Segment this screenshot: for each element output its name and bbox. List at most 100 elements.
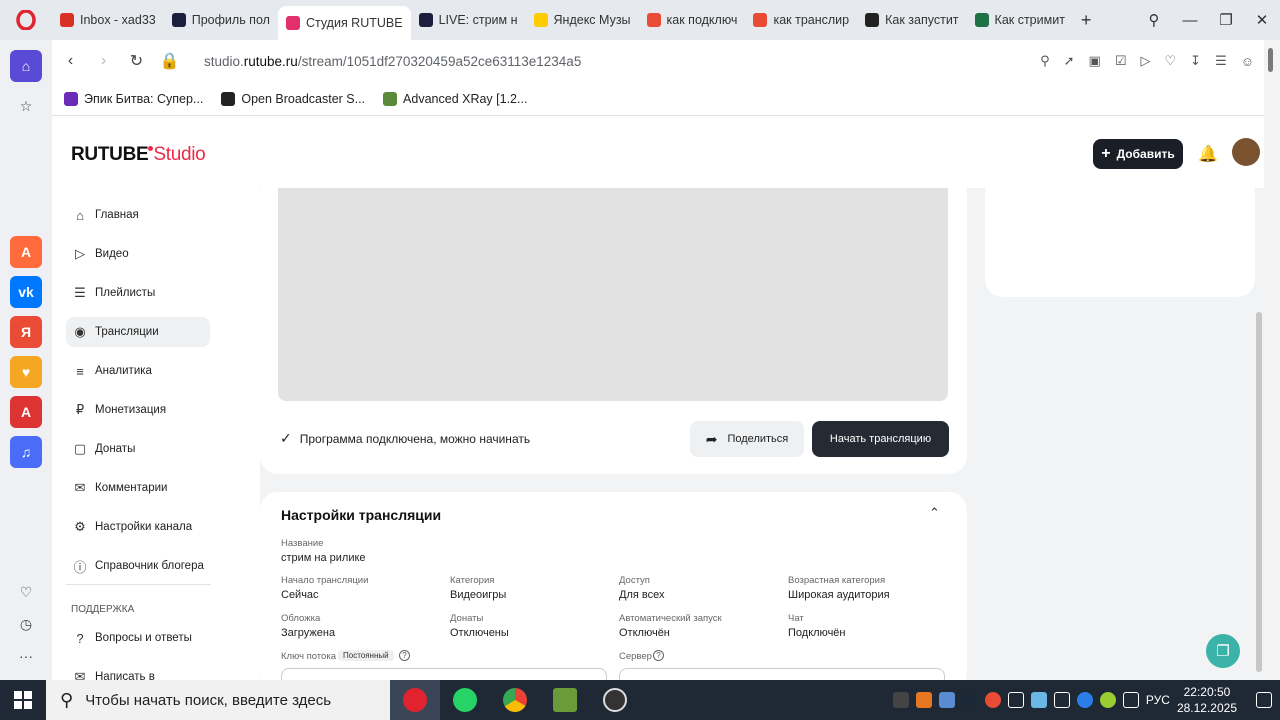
minimize-icon[interactable]: — <box>1172 12 1208 29</box>
taskbar-search[interactable]: ⚲ Чтобы начать поиск, введите здесь <box>46 680 390 720</box>
add-button[interactable]: + Добавить <box>1093 139 1183 169</box>
translate-icon[interactable]: A <box>10 396 42 428</box>
send-icon[interactable]: ➚ <box>1064 53 1075 69</box>
nav-item-7[interactable]: ✉ Комментарии <box>66 473 210 503</box>
battery-icon[interactable] <box>1122 692 1139 708</box>
new-tab-icon[interactable]: + <box>1073 5 1100 35</box>
mail-app-icon[interactable]: ♥ <box>10 356 42 388</box>
language-indicator[interactable]: РУС <box>1146 693 1170 707</box>
opera-logo-icon[interactable] <box>0 0 52 40</box>
rutube-studio-logo[interactable]: RUTUBE Studio <box>71 144 206 166</box>
cover-value: Загружена <box>281 627 336 639</box>
page-scrollbar[interactable] <box>1256 312 1262 672</box>
reload-icon[interactable]: ↻ <box>120 51 153 71</box>
download-icon[interactable]: ↧ <box>1190 53 1201 69</box>
lock-icon[interactable]: 🔒 <box>153 51 186 71</box>
search-in-page-icon[interactable]: ⚲ <box>1040 53 1050 69</box>
tab-2[interactable]: Студия RUTUBE <box>277 6 411 40</box>
bell-icon[interactable]: 🔔 <box>1198 144 1218 164</box>
steam-icon[interactable] <box>961 692 978 708</box>
yandex-tray-icon[interactable] <box>984 692 1001 708</box>
tab-0[interactable]: Inbox - xad33 <box>52 5 164 35</box>
whatsapp-icon[interactable] <box>440 680 490 720</box>
server-field[interactable] <box>619 668 945 680</box>
share-icon: ➦ <box>705 430 718 447</box>
support-chat-button[interactable]: ❐ <box>1206 634 1240 668</box>
history-icon[interactable]: ◷ <box>10 608 42 640</box>
start-stream-button[interactable]: Начать трансляцию <box>812 421 949 457</box>
notifications-icon[interactable] <box>1256 692 1272 708</box>
name-label: Название <box>281 538 324 549</box>
search-tabs-icon[interactable]: ⚲ <box>1136 11 1172 29</box>
favorite-icon[interactable]: ♡ <box>1165 53 1177 69</box>
stream-preview[interactable] <box>278 188 948 401</box>
help-icon[interactable]: ? <box>399 650 410 661</box>
nav-item-4[interactable]: ≡ Аналитика <box>66 356 210 386</box>
opera-taskbar-icon[interactable] <box>390 680 440 720</box>
browser-sidebar-scrollbar[interactable] <box>1264 40 1280 680</box>
tab-3[interactable]: LIVE: стрим н <box>411 5 526 35</box>
gmail-icon <box>60 13 74 27</box>
snapshot-icon[interactable]: ▣ <box>1089 53 1101 69</box>
nav-item-6[interactable]: ▢ Донаты <box>66 434 210 464</box>
bluetooth-icon[interactable] <box>1076 692 1093 708</box>
bookmark-item[interactable]: Advanced XRay [1.2... <box>383 91 527 106</box>
play-icon[interactable]: ▷ <box>1141 53 1151 69</box>
share-button[interactable]: ➦ Поделиться <box>690 421 804 457</box>
support-item-1[interactable]: ✉ Написать в <box>66 662 210 680</box>
age-label: Возрастная категория <box>788 575 886 586</box>
music-app-icon[interactable]: ♫ <box>10 436 42 468</box>
back-icon[interactable]: ‹ <box>54 52 87 70</box>
tab-1[interactable]: Профиль пол <box>164 5 278 35</box>
tray-app-icon[interactable] <box>892 692 909 708</box>
bookmark-item[interactable]: Open Broadcaster S... <box>221 91 365 106</box>
aria-icon[interactable]: A <box>10 236 42 268</box>
shield-icon[interactable]: ☑ <box>1115 53 1127 69</box>
heart-icon[interactable]: ♡ <box>10 576 42 608</box>
profile-icon[interactable]: ☺ <box>1241 54 1254 69</box>
volume-icon[interactable] <box>1007 692 1024 708</box>
nav-item-0[interactable]: ⌂ Главная <box>66 200 210 230</box>
start-value: Сейчас <box>281 589 319 601</box>
search-icon: ⚲ <box>60 689 74 710</box>
more-icon[interactable]: ··· <box>10 640 42 672</box>
windows-start-icon[interactable] <box>0 680 46 720</box>
close-window-icon[interactable]: ✕ <box>1244 11 1280 29</box>
tab-5[interactable]: как подключ <box>639 5 746 35</box>
tray-app-icon[interactable] <box>1030 692 1047 708</box>
tab-7[interactable]: Как запустит <box>857 5 966 35</box>
nav-item-2[interactable]: ☰ Плейлисты <box>66 278 210 308</box>
star-icon[interactable]: ☆ <box>10 90 42 122</box>
maximize-icon[interactable]: ❐ <box>1208 11 1244 29</box>
obs-icon[interactable] <box>590 680 640 720</box>
chrome-icon[interactable] <box>490 680 540 720</box>
url-field[interactable]: studio.rutube.ru/stream/1051df270320459a… <box>204 54 581 69</box>
nav-item-5[interactable]: ₽ Монетизация <box>66 395 210 425</box>
support-item-0[interactable]: ? Вопросы и ответы <box>66 623 210 653</box>
chevron-up-icon[interactable]: ⌃ <box>929 505 940 521</box>
tray-app-icon[interactable] <box>1099 692 1116 708</box>
help-icon[interactable]: ? <box>653 650 664 661</box>
minecraft-icon[interactable] <box>540 680 590 720</box>
forward-icon[interactable]: › <box>87 52 120 70</box>
network-icon[interactable] <box>1053 692 1070 708</box>
nav-item-1[interactable]: ▷ Видео <box>66 239 210 269</box>
ruble-icon: ₽ <box>75 402 85 417</box>
yandex-icon[interactable]: Я <box>10 316 42 348</box>
tray-app-icon[interactable] <box>915 692 932 708</box>
nav-item-8[interactable]: ⚙ Настройки канала <box>66 512 210 542</box>
nav-item-3[interactable]: ◉ Трансляции <box>66 317 210 347</box>
tab-4[interactable]: Яндекс Музы <box>526 5 639 35</box>
clock[interactable]: 22:20:50 28.12.2025 <box>1177 684 1237 716</box>
stream-key-field[interactable] <box>281 668 607 680</box>
tray-app-icon[interactable] <box>938 692 955 708</box>
vk-icon[interactable]: vk <box>10 276 42 308</box>
tab-6[interactable]: как транслир <box>745 5 857 35</box>
bookmark-item[interactable]: Эпик Битва: Супер... <box>64 91 203 106</box>
video-icon: ▷ <box>75 246 85 261</box>
avatar[interactable] <box>1232 138 1260 166</box>
tab-8[interactable]: Как стримит <box>967 5 1073 35</box>
nav-item-9[interactable]: ⓘ Справочник блогера <box>66 551 210 581</box>
home-icon[interactable]: ⌂ <box>10 50 42 82</box>
easy-setup-icon[interactable]: ☰ <box>1215 53 1227 69</box>
